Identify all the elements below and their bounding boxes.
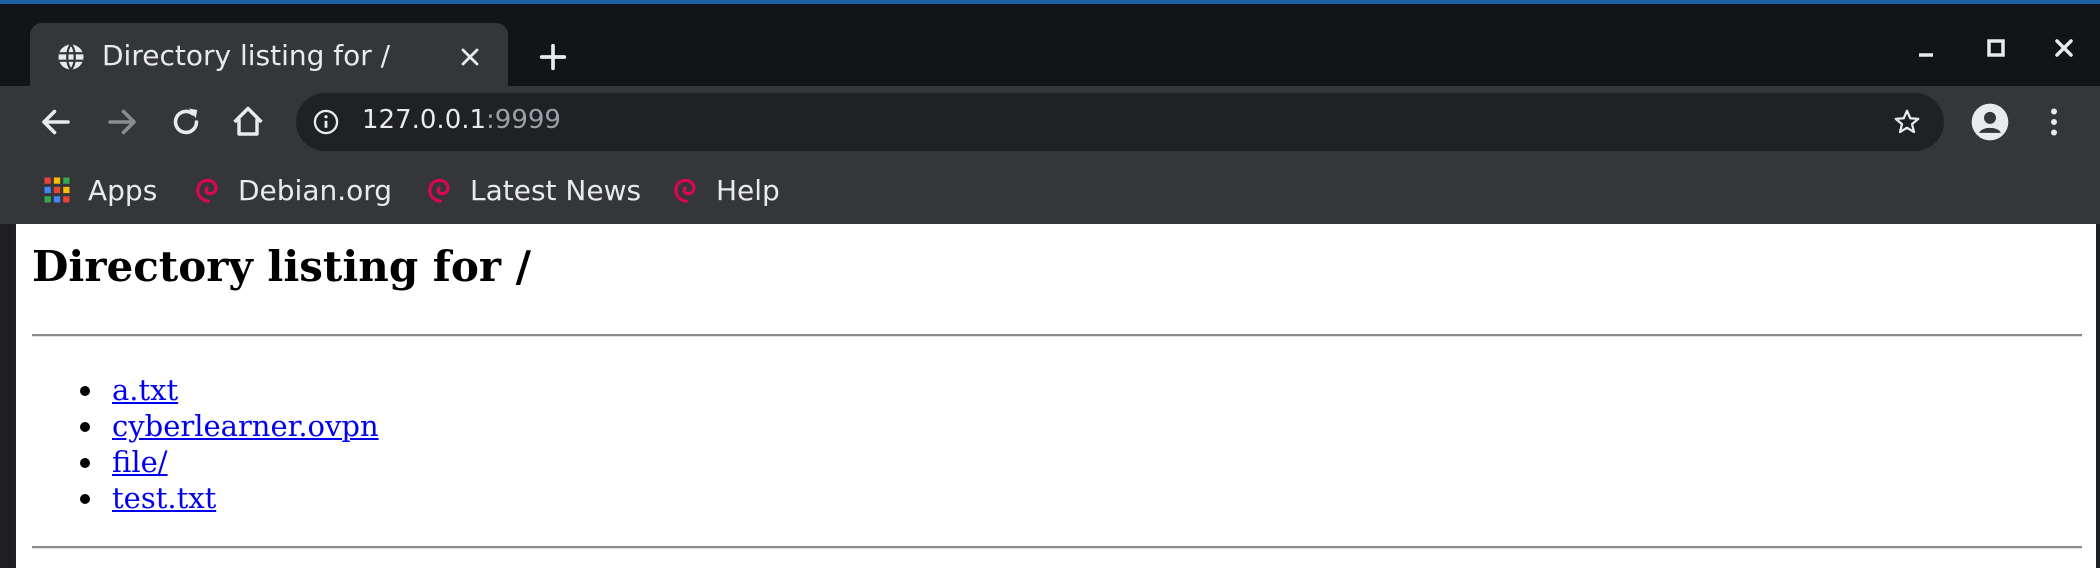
bullet [80, 494, 90, 504]
url-host: 127.0.0.1 [362, 105, 487, 135]
bullet [80, 422, 90, 432]
bookmark-star-icon[interactable] [1892, 107, 1922, 137]
close-window-icon[interactable] [2050, 34, 2078, 62]
close-tab-icon[interactable] [456, 43, 484, 71]
home-icon[interactable] [230, 104, 266, 140]
file-link-cyberlearner-ovpn[interactable]: cyberlearner.ovpn [112, 409, 379, 443]
file-list: a.txt cyberlearner.ovpn file/ test.txt [16, 372, 379, 516]
bullet [80, 386, 90, 396]
browser-toolbar: 127.0.0.1:9999 [0, 86, 2100, 158]
address-bar[interactable]: 127.0.0.1:9999 [296, 93, 1944, 151]
site-info-icon[interactable] [312, 108, 340, 136]
url-port: :9999 [486, 105, 561, 135]
back-arrow-icon[interactable] [38, 104, 74, 140]
debian-swirl-icon [428, 178, 450, 203]
minimize-icon[interactable] [1912, 34, 1940, 62]
file-link-test-txt[interactable]: test.txt [112, 481, 216, 515]
apps-grid-icon [44, 177, 70, 203]
url-text: 127.0.0.1:9999 [362, 105, 561, 135]
maximize-icon[interactable] [1982, 34, 2010, 62]
bookmark-latest-news[interactable]: Latest News [424, 170, 641, 210]
bookmark-apps[interactable]: Apps [42, 170, 157, 210]
list-item: cyberlearner.ovpn [16, 408, 379, 444]
globe-icon [58, 43, 84, 71]
new-tab-icon[interactable] [536, 40, 570, 74]
page-content: Directory listing for / a.txt cyberlearn… [14, 224, 2096, 568]
tab-title: Directory listing for / [102, 39, 391, 72]
tab-strip: Directory listing for / [0, 0, 2100, 90]
divider-top [32, 334, 2082, 337]
page-title: Directory listing for / [32, 242, 531, 291]
divider-bottom [32, 546, 2082, 549]
file-link-file-dir[interactable]: file/ [112, 445, 168, 479]
bookmarks-bar: Apps Debian.org Latest News Help [0, 158, 2100, 224]
forward-arrow-icon[interactable] [104, 104, 140, 140]
list-item: file/ [16, 444, 379, 480]
debian-swirl-icon [196, 178, 218, 203]
bookmark-label: Apps [88, 173, 158, 207]
bookmark-debian-org[interactable]: Debian.org [192, 170, 392, 210]
menu-dots-icon[interactable] [2036, 104, 2072, 140]
bookmark-label: Debian.org [238, 173, 393, 207]
list-item: a.txt [16, 372, 379, 408]
bookmark-label: Help [716, 173, 780, 207]
debian-swirl-icon [674, 178, 696, 203]
tab-directory-listing[interactable]: Directory listing for / [30, 23, 508, 90]
bookmark-label: Latest News [470, 173, 642, 207]
bullet [80, 458, 90, 468]
file-link-a-txt[interactable]: a.txt [112, 373, 178, 407]
browser-window: Directory listing for / 127.0.0.1:9999 A… [0, 0, 2100, 568]
list-item: test.txt [16, 480, 379, 516]
reload-icon[interactable] [168, 104, 204, 140]
bookmark-help[interactable]: Help [670, 170, 780, 210]
profile-avatar-icon[interactable] [1970, 102, 2010, 142]
